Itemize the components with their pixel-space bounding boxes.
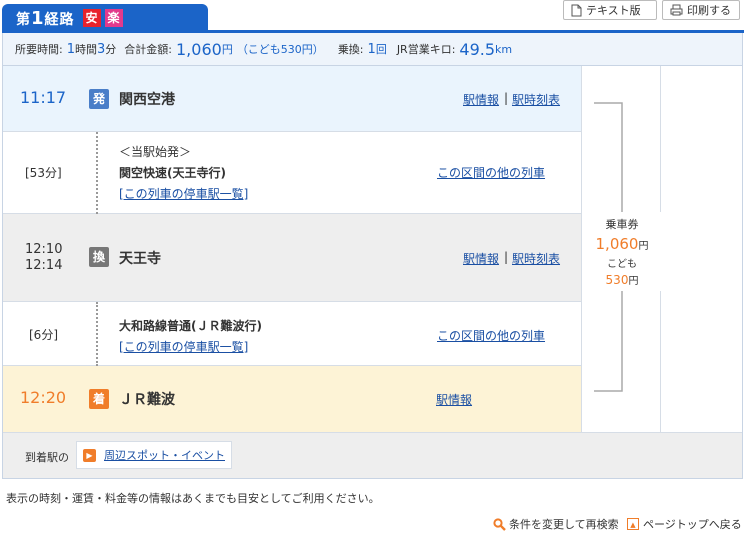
disclaimer-text: 表示の時刻・運賃・料金等の情報はあくまでも目安としてご利用ください。 [6,492,380,505]
document-icon [571,4,582,16]
segment-duration: [53分] [25,166,62,180]
transfer-count: 1 [367,41,376,57]
arrival-label: 到着駅の [25,451,69,464]
transfer-arrival-time: 12:10 [25,242,63,257]
station-timetable-link[interactable]: 駅時刻表 [512,250,560,267]
transfer-station-name: 天王寺 [119,251,161,267]
segment-duration: [6分] [29,328,58,342]
other-trains-link[interactable]: この区間の他の列車 [437,164,545,181]
arrival-station-row: 12:20 着 ＪＲ難波 駅情報 [3,366,581,432]
route-line [96,132,98,214]
transfer-station-row: 12:10 12:14 換 天王寺 駅情報 | 駅時刻表 [3,214,581,302]
fare-column: 乗車券 1,060円 こども 530円 [581,66,662,432]
route-summary: 所要時間: 1 時間 3 分 合計金額: 1,060 円 （こども530円） 乗… [2,33,743,65]
research-link[interactable]: 条件を変更して再検索 [493,516,619,532]
duration-hours: 1 [66,41,75,57]
route-title: 第1経路 [16,7,75,29]
link-separator: | [504,250,509,264]
arrow-up-icon: ▲ [627,518,639,530]
origin-note: ＜当駅始発＞ [119,145,192,159]
departure-station-name: 関西空港 [119,92,175,108]
train-segment-1: [53分] ＜当駅始発＞ 関空快速(天王寺行) [この列車の停車駅一覧] この区… [3,132,581,214]
child-label: こども [607,259,637,270]
station-info-link[interactable]: 駅情報 [463,91,499,108]
nearby-spots-button[interactable]: ▶ 周辺スポット・イベント [76,441,232,469]
print-button[interactable]: 印刷する [662,0,740,20]
station-info-link[interactable]: 駅情報 [463,250,499,267]
departure-station-row: 11:17 発 関西空港 駅情報 | 駅時刻表 [3,66,581,132]
train-name: 関空快速(天王寺行) [119,166,226,180]
arrival-station-name: ＪＲ難波 [119,392,175,408]
arrival-icon: 着 [89,389,109,409]
train-stops-link[interactable]: [この列車の停車駅一覧] [119,338,248,355]
search-icon [493,517,506,531]
child-fare: （こども530円） [236,43,324,56]
transfer-departure-time: 12:14 [25,258,63,273]
arrival-time: 12:20 [20,388,67,407]
nearby-spots-link[interactable]: 周辺スポット・イベント [104,447,225,463]
train-name: 大和路線普通(ＪＲ難波行) [119,319,262,333]
departure-icon: 発 [89,89,109,109]
route-tab: 第1経路 安 楽 [2,4,208,32]
easy-badge: 楽 [104,9,123,27]
train-segment-2: [6分] 大和路線普通(ＪＲ難波行) [この列車の停車駅一覧] この区間の他の列… [3,302,581,366]
safe-badge: 安 [82,9,101,27]
total-fare: 1,060 [176,39,222,59]
page-top-link[interactable]: ▲ ページトップへ戻る [627,516,742,532]
station-timetable-link[interactable]: 駅時刻表 [512,91,560,108]
departure-time: 11:17 [20,88,67,107]
child-ticket-fare: 530 [605,273,629,287]
fare-title: 乗車券 [605,218,639,231]
text-version-button[interactable]: テキスト版 [563,0,657,20]
train-stops-link[interactable]: [この列車の停車駅一覧] [119,185,248,202]
ticket-fare: 1,060 [595,235,639,253]
jr-km: 49.5 [459,39,496,59]
arrow-right-icon: ▶ [83,448,96,462]
duration-minutes: 3 [97,41,106,57]
route-line [96,302,98,366]
transfer-icon: 換 [89,247,109,267]
printer-icon [670,4,683,16]
link-separator: | [504,91,509,105]
station-info-link[interactable]: 駅情報 [436,391,472,408]
fare-info: 乗車券 1,060円 こども 530円 [582,212,662,291]
other-trains-link[interactable]: この区間の他の列車 [437,327,545,344]
